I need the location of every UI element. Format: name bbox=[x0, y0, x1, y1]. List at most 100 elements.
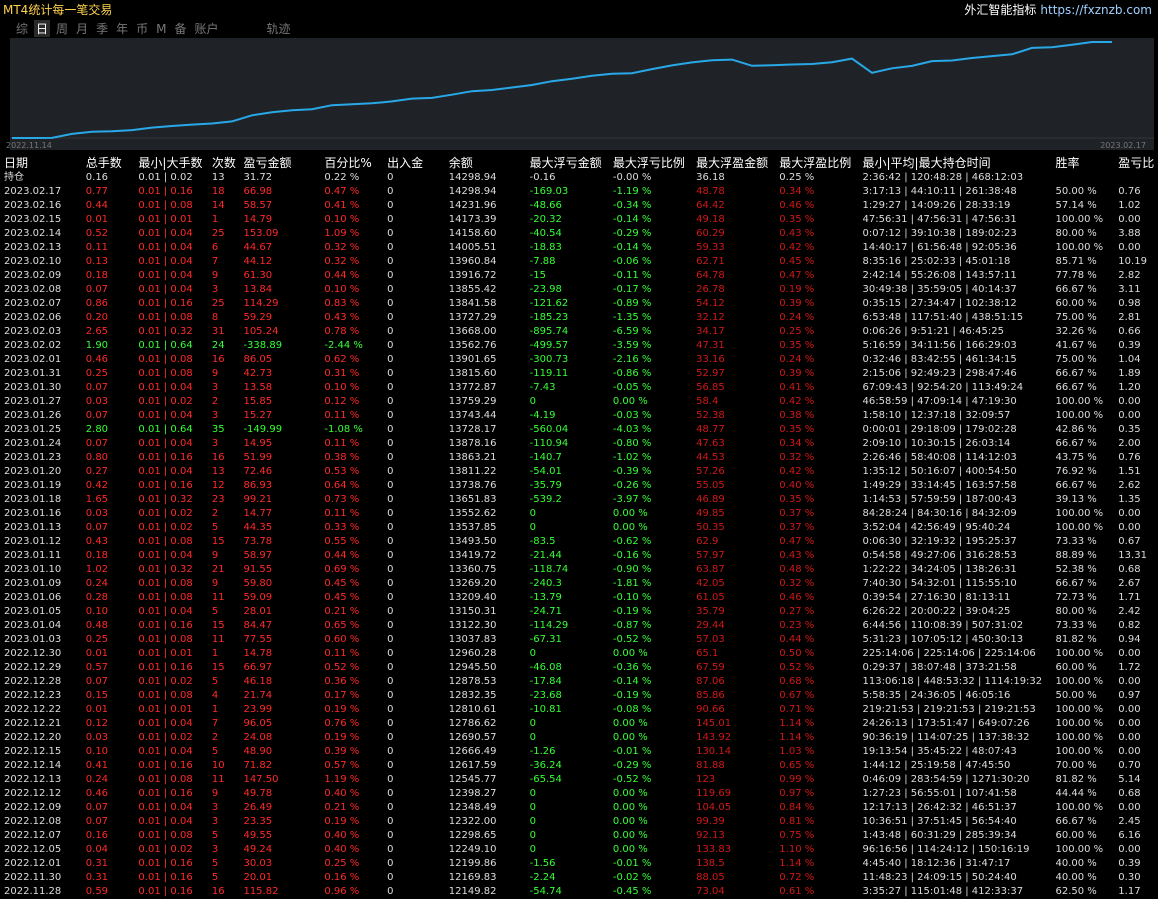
table-row[interactable]: 2023.01.30 0.07 0.01 | 0.04 3 13.58 0.10 % 0 13… bbox=[0, 381, 1158, 395]
table-row[interactable]: 2022.12.23 0.15 0.01 | 0.08 4 21.74 0.17 % 0 12… bbox=[0, 689, 1158, 703]
tab-6[interactable]: 币 bbox=[134, 20, 150, 37]
trace-tab[interactable]: 轨迹 bbox=[265, 20, 293, 37]
table-row[interactable]: 2023.02.03 2.65 0.01 | 0.32 31 105.24 0.78 % 0… bbox=[0, 325, 1158, 339]
cell-time: 12:17:13 | 26:42:32 | 46:51:37 bbox=[862, 802, 1017, 813]
cell-io: 0 bbox=[387, 620, 394, 631]
col-header-13[interactable]: 胜率 bbox=[1052, 154, 1115, 171]
table-row[interactable]: 2022.12.30 0.01 0.01 | 0.01 1 14.78 0.11 % 0 12… bbox=[0, 647, 1158, 661]
table-row[interactable]: 2023.01.20 0.27 0.01 | 0.04 13 72.46 0.53 % 0 1… bbox=[0, 465, 1158, 479]
table-row[interactable]: 2022.12.20 0.03 0.01 | 0.02 2 24.08 0.19 % 0 12… bbox=[0, 731, 1158, 745]
col-header-14[interactable]: 盈亏比 bbox=[1114, 154, 1158, 171]
table-row[interactable]: 2022.12.12 0.46 0.01 | 0.16 9 49.78 0.40 % 0 12… bbox=[0, 787, 1158, 801]
tab-4[interactable]: 季 bbox=[94, 20, 110, 37]
tab-8[interactable]: 备 bbox=[172, 20, 188, 37]
col-header-8[interactable]: 最大浮亏金额 bbox=[526, 154, 609, 171]
table-row[interactable]: 2023.02.02 1.90 0.01 | 0.64 24 -338.89 -2.44 … bbox=[0, 339, 1158, 353]
table-row[interactable]: 2023.01.27 0.03 0.01 | 0.02 2 15.85 0.12 % 0 13… bbox=[0, 395, 1158, 409]
col-header-12[interactable]: 最小|平均|最大持仓时间 bbox=[859, 154, 1052, 171]
table-row[interactable]: 2023.02.15 0.01 0.01 | 0.01 1 14.79 0.10 % 0 14… bbox=[0, 213, 1158, 227]
tab-3[interactable]: 月 bbox=[74, 20, 90, 37]
cell-io: 0 bbox=[387, 536, 394, 547]
table-row[interactable]: 2022.12.15 0.10 0.01 | 0.04 5 48.90 0.39 % 0 12… bbox=[0, 745, 1158, 759]
table-row[interactable]: 2023.02.06 0.20 0.01 | 0.08 8 59.29 0.43 % 0 13… bbox=[0, 311, 1158, 325]
col-header-9[interactable]: 最大浮亏比例 bbox=[609, 154, 692, 171]
table-row[interactable]: 2023.01.11 0.18 0.01 | 0.04 9 58.97 0.44 % 0 13… bbox=[0, 549, 1158, 563]
holding-row[interactable]: 持仓 0.16 0.01 | 0.02 13 31.72 0.22 % 0 14298.94 -… bbox=[0, 171, 1158, 185]
cell-mfpp: 1.14 % bbox=[779, 858, 815, 869]
table-row[interactable]: 2022.12.13 0.24 0.01 | 0.08 11 147.50 1.19 % 0… bbox=[0, 773, 1158, 787]
table-row[interactable]: 2023.01.03 0.25 0.01 | 0.08 11 77.55 0.60 % 0 1… bbox=[0, 633, 1158, 647]
cell-lots: 0.18 bbox=[85, 270, 109, 281]
tab-9[interactable]: 账户 bbox=[192, 20, 220, 37]
table-row[interactable]: 2023.02.07 0.86 0.01 | 0.16 25 114.29 0.83 % 0… bbox=[0, 297, 1158, 311]
tab-7[interactable]: M bbox=[154, 22, 168, 36]
table-row[interactable]: 2023.02.08 0.07 0.01 | 0.04 3 13.84 0.10 % 0 13… bbox=[0, 283, 1158, 297]
table-row[interactable]: 2023.01.24 0.07 0.01 | 0.04 3 14.95 0.11 % 0 13… bbox=[0, 437, 1158, 451]
cell-ratio: 0.00 bbox=[1118, 844, 1141, 855]
table-row[interactable]: 2022.12.01 0.31 0.01 | 0.16 5 30.03 0.25 % 0 12… bbox=[0, 857, 1158, 871]
cell-bal: 13651.83 bbox=[448, 494, 497, 505]
table-row[interactable]: 2022.12.22 0.01 0.01 | 0.01 1 23.99 0.19 % 0 12… bbox=[0, 703, 1158, 717]
cell-mflp: -0.87 % bbox=[612, 620, 652, 631]
cell-count: 3 bbox=[211, 284, 219, 295]
table-row[interactable]: 2023.01.13 0.07 0.01 | 0.02 5 44.35 0.33 % 0 13… bbox=[0, 521, 1158, 535]
table-row[interactable]: 2023.02.16 0.44 0.01 | 0.08 14 58.57 0.41 % 0 1… bbox=[0, 199, 1158, 213]
table-row[interactable]: 2023.02.01 0.46 0.01 | 0.08 16 86.05 0.62 % 0 1… bbox=[0, 353, 1158, 367]
table-row[interactable]: 2023.01.16 0.03 0.01 | 0.02 2 14.77 0.11 % 0 13… bbox=[0, 507, 1158, 521]
tab-0[interactable]: 综 bbox=[14, 20, 30, 37]
cell-mfl: 0 bbox=[529, 508, 537, 519]
table-row[interactable]: 2023.01.05 0.10 0.01 | 0.04 5 28.01 0.21 % 0 13… bbox=[0, 605, 1158, 619]
brand-url[interactable]: https://fxznzb.com bbox=[1040, 3, 1152, 17]
col-header-4[interactable]: 盈亏金额 bbox=[239, 154, 320, 171]
col-header-10[interactable]: 最大浮盈金额 bbox=[692, 154, 775, 171]
table-row[interactable]: 2023.02.10 0.13 0.01 | 0.04 7 44.12 0.32 % 0 13… bbox=[0, 255, 1158, 269]
table-row[interactable]: 2022.11.30 0.31 0.01 | 0.16 5 20.01 0.16 % 0 12… bbox=[0, 871, 1158, 885]
cell-lots: 0.11 bbox=[85, 242, 109, 253]
table-row[interactable]: 2023.01.31 0.25 0.01 | 0.08 9 42.73 0.31 % 0 13… bbox=[0, 367, 1158, 381]
table-row[interactable]: 2023.01.26 0.07 0.01 | 0.04 3 15.27 0.11 % 0 13… bbox=[0, 409, 1158, 423]
table-row[interactable]: 2022.12.05 0.04 0.01 | 0.02 3 49.24 0.40 % 0 12… bbox=[0, 843, 1158, 857]
table-row[interactable]: 2022.12.28 0.07 0.01 | 0.02 5 46.18 0.36 % 0 12… bbox=[0, 675, 1158, 689]
cell-minmax: 0.01 | 0.08 bbox=[138, 592, 193, 603]
cell-mflp: 0.00 % bbox=[612, 718, 648, 729]
table-row[interactable]: 2023.01.10 1.02 0.01 | 0.32 21 91.55 0.69 % 0 1… bbox=[0, 563, 1158, 577]
table-row[interactable]: 2023.01.25 2.80 0.01 | 0.64 35 -149.99 -1.08 … bbox=[0, 423, 1158, 437]
cell-mfp: 36.18 bbox=[696, 172, 725, 183]
table-row[interactable]: 2023.02.13 0.11 0.01 | 0.04 6 44.67 0.32 % 0 14… bbox=[0, 241, 1158, 255]
table-row[interactable]: 2022.12.09 0.07 0.01 | 0.04 3 26.49 0.21 % 0 12… bbox=[0, 801, 1158, 815]
cell-io: 0 bbox=[387, 452, 394, 463]
cell-date: 2023.02.13 bbox=[4, 242, 62, 253]
table-row[interactable]: 2023.01.18 1.65 0.01 | 0.32 23 99.21 0.73 % 0 1… bbox=[0, 493, 1158, 507]
brand[interactable]: 外汇智能指标 https://fxznzb.com bbox=[964, 1, 1152, 18]
col-header-11[interactable]: 最大浮盈比例 bbox=[775, 154, 858, 171]
tab-1[interactable]: 日 bbox=[34, 20, 51, 37]
table-row[interactable]: 2023.02.09 0.18 0.01 | 0.04 9 61.30 0.44 % 0 13… bbox=[0, 269, 1158, 283]
tab-2[interactable]: 周 bbox=[54, 20, 70, 37]
table-row[interactable]: 2022.12.29 0.57 0.01 | 0.16 15 66.97 0.52 % 0 1… bbox=[0, 661, 1158, 675]
table-row[interactable]: 2023.01.06 0.28 0.01 | 0.08 11 59.09 0.45 % 0 1… bbox=[0, 591, 1158, 605]
col-header-2[interactable]: 最小|大手数 bbox=[134, 154, 207, 171]
col-header-1[interactable]: 总手数 bbox=[82, 154, 135, 171]
table-row[interactable]: 2022.11.28 0.59 0.01 | 0.16 16 115.82 0.96 % 0… bbox=[0, 885, 1158, 899]
table-row[interactable]: 2022.12.07 0.16 0.01 | 0.08 5 49.55 0.40 % 0 12… bbox=[0, 829, 1158, 843]
cell-mfpp: 0.52 % bbox=[779, 662, 815, 673]
cell-win: 75.00 % bbox=[1055, 312, 1097, 323]
tab-5[interactable]: 年 bbox=[114, 20, 130, 37]
table-row[interactable]: 2022.12.08 0.07 0.01 | 0.04 3 23.35 0.19 % 0 12… bbox=[0, 815, 1158, 829]
table-row[interactable]: 2022.12.14 0.41 0.01 | 0.16 10 71.82 0.57 % 0 1… bbox=[0, 759, 1158, 773]
table-row[interactable]: 2023.02.17 0.77 0.01 | 0.16 18 66.98 0.47 % 0 1… bbox=[0, 185, 1158, 199]
table-row[interactable]: 2023.02.14 0.52 0.01 | 0.04 25 153.09 1.09 % 0… bbox=[0, 227, 1158, 241]
col-header-6[interactable]: 出入金 bbox=[383, 154, 445, 171]
cell-mfl: -1.56 bbox=[529, 858, 556, 869]
col-header-5[interactable]: 百分比% bbox=[320, 154, 383, 171]
col-header-7[interactable]: 余额 bbox=[445, 154, 526, 171]
col-header-0[interactable]: 日期 bbox=[0, 154, 82, 171]
table-row[interactable]: 2023.01.12 0.43 0.01 | 0.08 15 73.78 0.55 % 0 1… bbox=[0, 535, 1158, 549]
col-header-3[interactable]: 次数 bbox=[208, 154, 240, 171]
table-row[interactable]: 2023.01.09 0.24 0.01 | 0.08 9 59.80 0.45 % 0 13… bbox=[0, 577, 1158, 591]
table-row[interactable]: 2022.12.21 0.12 0.01 | 0.04 7 96.05 0.76 % 0 12… bbox=[0, 717, 1158, 731]
table-row[interactable]: 2023.01.23 0.80 0.01 | 0.16 16 51.99 0.38 % 0 1… bbox=[0, 451, 1158, 465]
table-row[interactable]: 2023.01.19 0.42 0.01 | 0.16 12 86.93 0.64 % 0 1… bbox=[0, 479, 1158, 493]
cell-date: 2023.01.23 bbox=[4, 452, 62, 463]
table-row[interactable]: 2023.01.04 0.48 0.01 | 0.16 15 84.47 0.65 % 0 1… bbox=[0, 619, 1158, 633]
